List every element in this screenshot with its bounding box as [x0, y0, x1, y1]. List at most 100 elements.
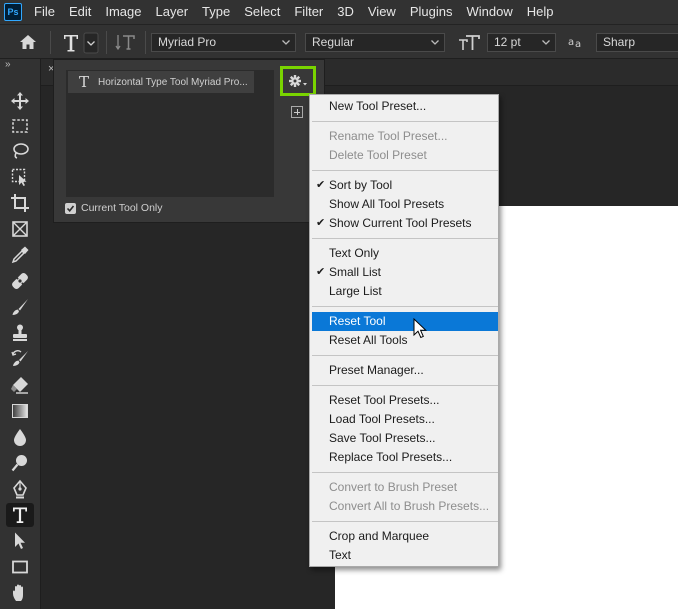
collapse-panel-icon[interactable]: » — [5, 59, 11, 70]
menu-3d[interactable]: 3D — [331, 0, 362, 24]
menu-layer[interactable]: Layer — [150, 0, 197, 24]
font-style-value: Regular — [312, 35, 355, 49]
checkbox[interactable] — [65, 202, 76, 214]
menu-items: File Edit Image Layer Type Select Filter 3D View… — [28, 0, 561, 24]
tool-preset-panel: T Horizontal Type Tool Myriad Pro... Cur… — [53, 59, 325, 223]
menu-file[interactable]: File — [28, 0, 63, 24]
menu-filter[interactable]: Filter — [288, 0, 331, 24]
panel-menu-button[interactable] — [280, 66, 316, 96]
path-selection-icon[interactable] — [6, 529, 34, 553]
menu-separator — [312, 306, 498, 307]
hand-tool-icon[interactable] — [6, 581, 34, 605]
tool-preset-item[interactable]: T Horizontal Type Tool Myriad Pro... — [68, 71, 254, 93]
menu-item-show-current-tool-presets[interactable]: ✔ Show Current Tool Presets — [312, 214, 498, 233]
menu-separator — [312, 355, 498, 356]
menu-item-replace-tool-presets[interactable]: Replace Tool Presets... — [312, 448, 498, 467]
menu-separator — [312, 521, 498, 522]
menu-item-rename-tool-preset: Rename Tool Preset... — [312, 127, 498, 146]
rectangular-marquee-icon[interactable] — [6, 114, 34, 138]
menu-image[interactable]: Image — [99, 0, 149, 24]
antialias-select[interactable]: Sharp — [596, 33, 678, 52]
eraser-icon[interactable] — [6, 373, 34, 397]
create-new-preset-button[interactable] — [291, 106, 303, 118]
menu-item-label: Convert to Brush Preset — [329, 480, 458, 494]
menu-item-label: Sort by Tool — [329, 178, 393, 192]
chevron-down-icon — [282, 40, 290, 45]
separator — [145, 31, 146, 54]
antialias-value: Sharp — [603, 35, 636, 49]
menu-item-reset-all-tools[interactable]: Reset All Tools — [312, 331, 498, 350]
font-style-select[interactable]: Regular — [305, 33, 445, 52]
menu-separator — [312, 238, 498, 239]
home-icon[interactable] — [18, 33, 38, 51]
current-tool-only-label: Current Tool Only — [81, 202, 163, 214]
current-tool-only-checkbox[interactable]: Current Tool Only — [65, 202, 163, 214]
clone-stamp-icon[interactable] — [6, 321, 34, 345]
menu-help[interactable]: Help — [521, 0, 562, 24]
menu-item-label: Show All Tool Presets — [329, 197, 445, 211]
checkmark-icon: ✔ — [316, 217, 326, 229]
svg-text:a: a — [568, 37, 574, 48]
menu-item-label: Convert All to Brush Presets... — [329, 499, 490, 513]
move-tool-icon[interactable] — [6, 89, 34, 113]
lasso-icon[interactable] — [6, 139, 34, 163]
blur-icon[interactable] — [6, 425, 34, 449]
font-family-value: Myriad Pro — [158, 35, 217, 49]
horizontal-type-tool-icon[interactable] — [6, 503, 34, 527]
menu-item-new-tool-preset[interactable]: New Tool Preset... — [312, 97, 498, 116]
menu-item-save-tool-presets[interactable]: Save Tool Presets... — [312, 429, 498, 448]
antialias-icon: a a — [567, 33, 587, 51]
tool-preset-list: T Horizontal Type Tool Myriad Pro... — [66, 70, 274, 197]
menu-separator — [312, 385, 498, 386]
menu-item-label: Load Tool Presets... — [329, 412, 435, 426]
menu-item-show-all-tool-presets[interactable]: Show All Tool Presets — [312, 195, 498, 214]
tool-preset-label: Horizontal Type Tool Myriad Pro... — [98, 76, 248, 88]
menu-item-label: New Tool Preset... — [329, 99, 427, 113]
menu-item-text-only[interactable]: Text Only — [312, 244, 498, 263]
checkmark-icon — [66, 205, 75, 212]
menu-window[interactable]: Window — [460, 0, 520, 24]
font-size-select[interactable]: 12 pt — [487, 33, 556, 52]
menu-item-load-tool-presets[interactable]: Load Tool Presets... — [312, 410, 498, 429]
menu-plugins[interactable]: Plugins — [404, 0, 461, 24]
options-bar: Myriad Pro Regular 12 pt a a Sharp — [0, 24, 678, 59]
history-brush-icon[interactable] — [6, 347, 34, 371]
menu-item-large-list[interactable]: Large List — [312, 282, 498, 301]
menu-item-convert-to-brush-preset: Convert to Brush Preset — [312, 478, 498, 497]
menu-item-reset-tool[interactable]: Reset Tool — [312, 312, 498, 331]
menu-select[interactable]: Select — [238, 0, 288, 24]
menu-item-preset-manager[interactable]: Preset Manager... — [312, 361, 498, 380]
menu-item-label: Save Tool Presets... — [329, 431, 436, 445]
menu-bar: Ps File Edit Image Layer Type Select Filter 3D V… — [0, 0, 678, 24]
gradient-icon[interactable] — [6, 399, 34, 423]
menu-item-reset-tool-presets[interactable]: Reset Tool Presets... — [312, 391, 498, 410]
menu-separator — [312, 170, 498, 171]
brush-icon[interactable] — [6, 295, 34, 319]
menu-item-label: Text Only — [329, 246, 380, 260]
menu-view[interactable]: View — [362, 0, 404, 24]
crop-icon[interactable] — [6, 191, 34, 215]
menu-item-label: Rename Tool Preset... — [329, 129, 448, 143]
menu-separator — [312, 472, 498, 473]
rectangle-tool-icon[interactable] — [6, 555, 34, 579]
menu-edit[interactable]: Edit — [63, 0, 99, 24]
menu-type[interactable]: Type — [196, 0, 238, 24]
object-selection-icon[interactable] — [6, 165, 34, 189]
frame-icon[interactable] — [6, 217, 34, 241]
spot-healing-brush-icon[interactable] — [6, 269, 34, 293]
menu-item-text[interactable]: Text — [312, 546, 498, 565]
menu-item-small-list[interactable]: ✔ Small List — [312, 263, 498, 282]
toggle-orientation-icon[interactable] — [114, 31, 138, 53]
menu-item-label: Show Current Tool Presets — [329, 216, 472, 230]
eyedropper-icon[interactable] — [6, 243, 34, 267]
photoshop-logo: Ps — [4, 3, 22, 21]
pen-icon[interactable] — [6, 477, 34, 501]
menu-item-sort-by-tool[interactable]: ✔ Sort by Tool — [312, 176, 498, 195]
menu-item-crop-and-marquee[interactable]: Crop and Marquee — [312, 527, 498, 546]
dodge-icon[interactable] — [6, 451, 34, 475]
type-tool-icon: T — [78, 73, 89, 91]
menu-item-convert-all-to-brush-presets: Convert All to Brush Presets... — [312, 497, 498, 516]
menu-item-label: Preset Manager... — [329, 363, 424, 377]
font-family-select[interactable]: Myriad Pro — [151, 33, 296, 52]
type-tool-icon[interactable] — [60, 31, 100, 55]
